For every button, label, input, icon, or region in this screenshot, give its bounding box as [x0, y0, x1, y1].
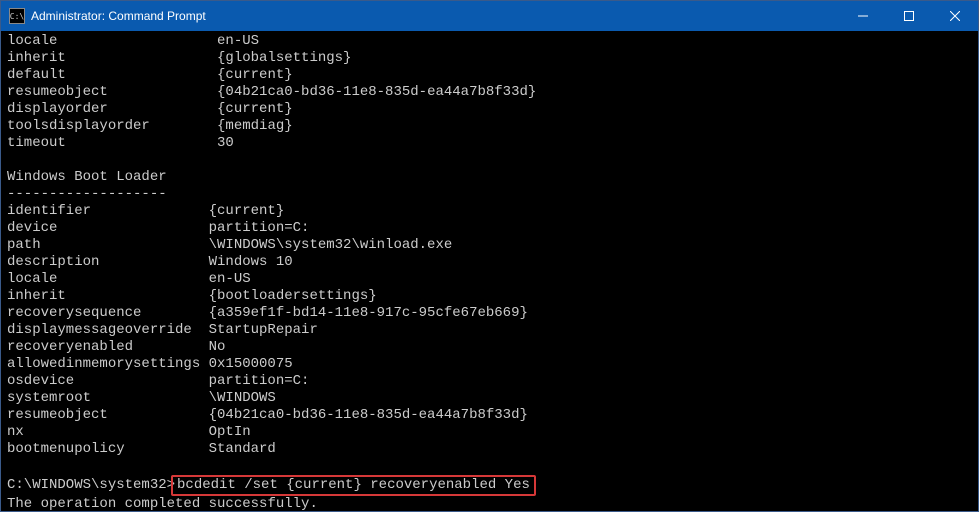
- output-key: osdevice: [7, 373, 209, 390]
- output-row: localeen-US: [7, 33, 974, 50]
- output-row: timeout30: [7, 135, 974, 152]
- section-header: Windows Boot Loader: [7, 169, 974, 186]
- terminal-output[interactable]: localeen-USinherit{globalsettings}defaul…: [1, 31, 978, 511]
- output-row: localeen-US: [7, 271, 974, 288]
- titlebar[interactable]: C:\ Administrator: Command Prompt: [1, 1, 978, 31]
- output-key: displayorder: [7, 101, 217, 118]
- output-value: OptIn: [209, 424, 251, 441]
- output-row: bootmenupolicyStandard: [7, 441, 974, 458]
- output-key: systemroot: [7, 390, 209, 407]
- output-value: No: [209, 339, 226, 356]
- output-key: nx: [7, 424, 209, 441]
- output-value: {globalsettings}: [217, 50, 351, 67]
- output-key: timeout: [7, 135, 217, 152]
- output-value: {04b21ca0-bd36-11e8-835d-ea44a7b8f33d}: [217, 84, 536, 101]
- output-value: en-US: [217, 33, 259, 50]
- output-row: systemroot\WINDOWS: [7, 390, 974, 407]
- output-value: Standard: [209, 441, 276, 458]
- output-row: allowedinmemorysettings0x15000075: [7, 356, 974, 373]
- output-value: {current}: [209, 203, 285, 220]
- output-key: resumeobject: [7, 407, 209, 424]
- output-value: \WINDOWS: [209, 390, 276, 407]
- prompt-line: C:\WINDOWS\system32>bcdedit /set {curren…: [7, 475, 974, 496]
- output-key: path: [7, 237, 209, 254]
- output-key: allowedinmemorysettings: [7, 356, 209, 373]
- output-key: bootmenupolicy: [7, 441, 209, 458]
- section-divider: -------------------: [7, 186, 974, 203]
- output-key: displaymessageoverride: [7, 322, 209, 339]
- output-row: inherit{bootloadersettings}: [7, 288, 974, 305]
- output-value: {memdiag}: [217, 118, 293, 135]
- output-value: en-US: [209, 271, 251, 288]
- output-row: descriptionWindows 10: [7, 254, 974, 271]
- output-row: displaymessageoverrideStartupRepair: [7, 322, 974, 339]
- output-row: devicepartition=C:: [7, 220, 974, 237]
- output-value: {current}: [217, 67, 293, 84]
- output-key: toolsdisplayorder: [7, 118, 217, 135]
- output-value: {a359ef1f-bd14-11e8-917c-95cfe67eb669}: [209, 305, 528, 322]
- output-key: inherit: [7, 288, 209, 305]
- output-row: path\WINDOWS\system32\winload.exe: [7, 237, 974, 254]
- output-value: {bootloadersettings}: [209, 288, 377, 305]
- output-row: osdevicepartition=C:: [7, 373, 974, 390]
- maximize-button[interactable]: [886, 1, 932, 31]
- output-key: description: [7, 254, 209, 271]
- output-row: identifier{current}: [7, 203, 974, 220]
- output-row: inherit{globalsettings}: [7, 50, 974, 67]
- output-key: default: [7, 67, 217, 84]
- output-key: locale: [7, 271, 209, 288]
- output-value: {04b21ca0-bd36-11e8-835d-ea44a7b8f33d}: [209, 407, 528, 424]
- output-value: {current}: [217, 101, 293, 118]
- maximize-icon: [904, 11, 914, 21]
- output-row: recoveryenabledNo: [7, 339, 974, 356]
- output-value: partition=C:: [209, 373, 310, 390]
- output-row: resumeobject{04b21ca0-bd36-11e8-835d-ea4…: [7, 407, 974, 424]
- minimize-icon: [858, 11, 868, 21]
- output-row: recoverysequence{a359ef1f-bd14-11e8-917c…: [7, 305, 974, 322]
- output-key: inherit: [7, 50, 217, 67]
- output-row: nxOptIn: [7, 424, 974, 441]
- prompt-prefix: C:\WINDOWS\system32>: [7, 477, 175, 493]
- output-key: locale: [7, 33, 217, 50]
- window-title: Administrator: Command Prompt: [31, 9, 840, 23]
- output-value: 0x15000075: [209, 356, 293, 373]
- output-value: partition=C:: [209, 220, 310, 237]
- output-row: displayorder{current}: [7, 101, 974, 118]
- output-key: resumeobject: [7, 84, 217, 101]
- output-value: 30: [217, 135, 234, 152]
- output-value: Windows 10: [209, 254, 293, 271]
- close-icon: [950, 11, 960, 21]
- highlighted-command: bcdedit /set {current} recoveryenabled Y…: [171, 475, 536, 496]
- minimize-button[interactable]: [840, 1, 886, 31]
- output-key: device: [7, 220, 209, 237]
- cmd-icon: C:\: [9, 8, 25, 24]
- result-line: The operation completed successfully.: [7, 496, 974, 511]
- command-prompt-window: C:\ Administrator: Command Prompt locale…: [0, 0, 979, 512]
- output-value: StartupRepair: [209, 322, 318, 339]
- output-key: identifier: [7, 203, 209, 220]
- output-row: default{current}: [7, 67, 974, 84]
- output-key: recoverysequence: [7, 305, 209, 322]
- output-key: recoveryenabled: [7, 339, 209, 356]
- output-row: resumeobject{04b21ca0-bd36-11e8-835d-ea4…: [7, 84, 974, 101]
- close-button[interactable]: [932, 1, 978, 31]
- output-value: \WINDOWS\system32\winload.exe: [209, 237, 453, 254]
- output-row: toolsdisplayorder{memdiag}: [7, 118, 974, 135]
